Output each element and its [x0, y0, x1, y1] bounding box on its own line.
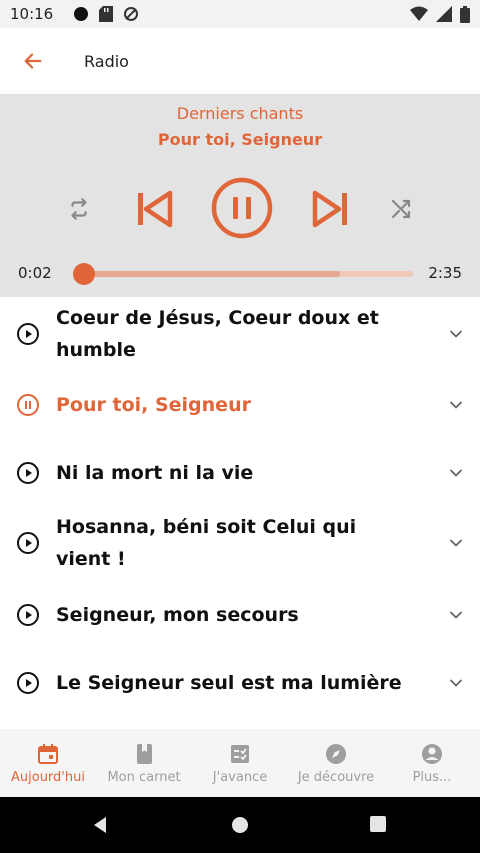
chevron-down-icon[interactable]: [446, 533, 466, 553]
song-title: Ni la mort ni la vie: [56, 461, 254, 484]
battery-icon: [460, 5, 470, 23]
back-button[interactable]: [0, 28, 66, 94]
nav-item-je-decouvre[interactable]: Je découvre: [288, 729, 384, 797]
song-row[interactable]: Ni la mort ni la vie: [0, 439, 480, 506]
seek-slider[interactable]: [73, 263, 413, 285]
progress-row: 0:02 2:35: [0, 262, 480, 286]
play-circle-icon[interactable]: [16, 461, 40, 485]
pause-button[interactable]: [210, 176, 274, 240]
back-triangle-icon[interactable]: [90, 815, 110, 835]
data-saver-icon: [124, 7, 139, 21]
bottom-navigation: Aujourd'hui Mon carnet J'avance Je décou…: [0, 729, 480, 797]
player-controls: [0, 174, 480, 242]
chevron-down-icon[interactable]: [446, 673, 466, 693]
recents-square-icon[interactable]: [369, 815, 387, 833]
song-row[interactable]: Hosanna, béni soit Celui qui vient !: [0, 506, 480, 580]
play-circle-icon[interactable]: [16, 322, 40, 346]
wifi-icon: [410, 6, 428, 21]
nav-label: Je découvre: [297, 769, 375, 785]
chevron-down-icon[interactable]: [446, 605, 466, 625]
playlist-name: Derniers chants: [176, 104, 304, 123]
app-bar: Radio: [0, 28, 480, 94]
pause-circle-icon[interactable]: [16, 393, 40, 417]
nav-label: Mon carnet: [107, 769, 181, 785]
chevron-down-icon[interactable]: [446, 463, 466, 483]
song-row[interactable]: Seigneur, mon secours: [0, 580, 480, 650]
song-title: Pour toi, Seigneur: [56, 393, 251, 416]
song-row[interactable]: Coeur de Jésus, Coeur doux et humble: [0, 297, 480, 370]
song-row[interactable]: Le Seigneur seul est ma lumière: [0, 650, 480, 716]
sd-card-icon: [99, 6, 114, 22]
notebook-icon: [137, 743, 152, 764]
next-button[interactable]: [308, 186, 354, 232]
nav-label: J'avance: [212, 769, 268, 785]
repeat-icon: [71, 198, 87, 220]
chevron-down-icon[interactable]: [446, 324, 466, 344]
player-panel: Derniers chants Pour toi, Seigneur 0:02 …: [0, 94, 480, 297]
arrow-back-icon: [24, 53, 42, 69]
total-duration: 2:35: [428, 264, 462, 282]
nav-item-mon-carnet[interactable]: Mon carnet: [96, 729, 192, 797]
checklist-icon: [231, 744, 249, 763]
cell-signal-icon: [436, 6, 452, 22]
buffered-bar: [80, 271, 340, 277]
pause-circle-icon: [211, 177, 273, 239]
compass-icon: [326, 743, 346, 764]
home-circle-icon[interactable]: [230, 815, 250, 835]
play-circle-icon[interactable]: [16, 531, 40, 555]
song-title: Seigneur, mon secours: [56, 604, 299, 626]
notification-dot-icon: [74, 7, 89, 21]
nav-label: Aujourd'hui: [11, 769, 85, 785]
song-title: Hosanna, béni soit Celui qui vient !: [56, 516, 357, 570]
shuffle-icon: [391, 199, 411, 219]
nav-item-aujourdhui[interactable]: Aujourd'hui: [0, 729, 96, 797]
system-navigation-bar: [0, 797, 480, 853]
seek-thumb[interactable]: [73, 263, 96, 285]
page-title: Radio: [84, 51, 129, 71]
calendar-icon: [38, 743, 58, 764]
skip-next-icon: [312, 190, 347, 228]
repeat-button[interactable]: [64, 194, 94, 224]
previous-button[interactable]: [131, 186, 177, 232]
chevron-down-icon[interactable]: [446, 395, 466, 415]
play-circle-icon[interactable]: [16, 603, 40, 627]
play-circle-icon[interactable]: [16, 671, 40, 695]
song-title: Le Seigneur seul est ma lumière: [56, 672, 402, 694]
nav-item-plus[interactable]: Plus...: [384, 729, 480, 797]
status-bar: 10:16: [0, 0, 480, 28]
status-time: 10:16: [10, 5, 54, 23]
song-title: Coeur de Jésus, Coeur doux et humble: [56, 306, 379, 361]
current-track-title: Pour toi, Seigneur: [157, 130, 323, 149]
elapsed-time: 0:02: [18, 264, 52, 282]
shuffle-button[interactable]: [386, 194, 416, 224]
skip-previous-icon: [138, 190, 173, 228]
song-row-active[interactable]: Pour toi, Seigneur: [0, 370, 480, 439]
nav-label: Plus...: [412, 769, 452, 785]
song-list: Coeur de Jésus, Coeur doux et humble Pou…: [0, 297, 480, 729]
nav-item-javance[interactable]: J'avance: [192, 729, 288, 797]
account-icon: [422, 743, 442, 764]
